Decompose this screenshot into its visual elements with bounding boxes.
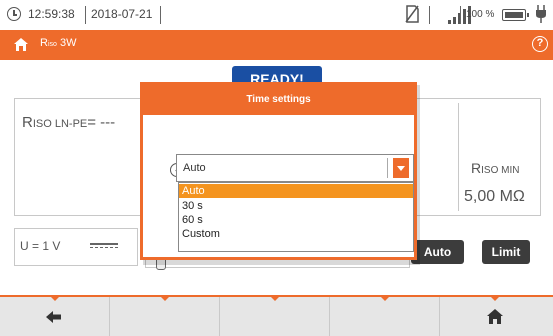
chevron-down-icon[interactable]: [393, 158, 409, 178]
status-bar: 12:59:38 2018-07-21 100 %: [0, 0, 553, 30]
home-icon[interactable]: [13, 37, 29, 52]
time-option[interactable]: 30 s: [179, 199, 413, 213]
softkey-back[interactable]: [0, 297, 110, 336]
battery-level: [504, 11, 523, 18]
softkey-3[interactable]: [220, 297, 330, 336]
status-time: 12:59:38: [28, 7, 75, 21]
dialog-title: Time settings: [143, 85, 414, 115]
time-select[interactable]: Auto: [176, 154, 414, 182]
softkey-notch: [491, 297, 499, 301]
clock-icon: [7, 7, 21, 21]
riso-min-value: 5,00 MΩ: [464, 188, 525, 205]
sd-card-disabled-icon: [405, 5, 419, 23]
battery-icon: [502, 9, 529, 21]
select-separator: [387, 158, 388, 178]
panel-divider: [458, 103, 459, 211]
time-settings-dialog: Time settings Auto Auto 30 s 60 s Custom: [140, 82, 417, 260]
page-title: Riso 3W: [40, 37, 77, 49]
softkey-2[interactable]: [110, 297, 220, 336]
help-button[interactable]: ?: [532, 36, 548, 52]
power-plug-icon: [536, 5, 546, 23]
riso-min-label: RISO MIN: [471, 160, 520, 176]
home-icon: [487, 309, 503, 324]
softkey-notch: [161, 297, 169, 301]
softkey-4[interactable]: [330, 297, 440, 336]
time-option[interactable]: Custom: [179, 227, 413, 241]
status-separator: [85, 6, 86, 24]
back-arrow-icon: [46, 311, 61, 323]
status-separator: [460, 6, 461, 24]
status-separator: [429, 6, 430, 24]
softkey-notch: [51, 297, 59, 301]
title-bar: Riso 3W ?: [0, 30, 553, 60]
result-riso-ln-pe: RISO LN-PE= ---: [22, 114, 116, 131]
softkey-home[interactable]: [440, 297, 553, 336]
softkey-notch: [271, 297, 279, 301]
limit-button[interactable]: Limit: [482, 240, 530, 264]
voltage-value: U = 1 V: [20, 239, 61, 253]
dc-voltage-icon: [90, 241, 118, 251]
time-option[interactable]: 60 s: [179, 213, 413, 227]
time-option[interactable]: Auto: [179, 184, 413, 198]
battery-percent: 100 %: [466, 9, 495, 20]
status-separator: [160, 6, 161, 24]
softkey-notch: [381, 297, 389, 301]
status-date: 2018-07-21: [91, 7, 153, 21]
time-select-value: Auto: [183, 162, 206, 174]
time-options-list: Auto 30 s 60 s Custom: [178, 182, 414, 252]
